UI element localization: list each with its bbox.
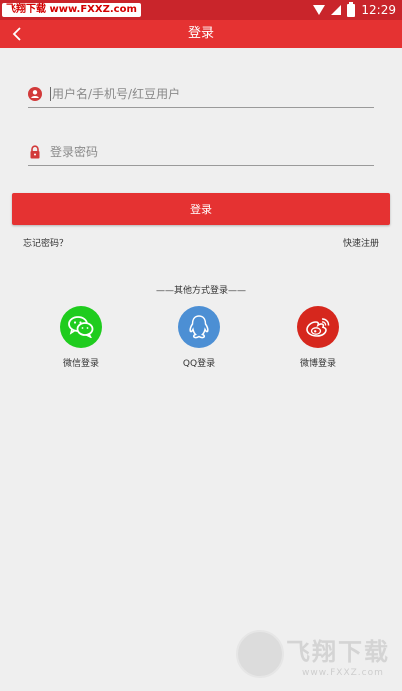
wechat-icon <box>68 316 94 338</box>
watermark-title: 飞翔下载 <box>286 638 390 666</box>
weibo-login-label: 微博登录 <box>299 359 336 369</box>
text-cursor <box>50 87 51 101</box>
watermark-url: www.FXXZ.com <box>302 668 384 678</box>
lock-icon <box>30 145 40 159</box>
qq-icon-circle <box>178 306 220 348</box>
battery-icon <box>347 1 356 17</box>
user-icon <box>28 87 42 101</box>
wifi-icon <box>313 5 326 15</box>
status-indicators: 12:29 <box>313 1 396 18</box>
username-input[interactable] <box>52 87 374 101</box>
password-field[interactable] <box>28 139 374 166</box>
watermark-logo <box>236 630 284 678</box>
other-login-methods-title: ——其他方式登录—— <box>155 286 246 296</box>
wechat-icon-circle <box>60 306 102 348</box>
qq-icon <box>189 315 209 339</box>
weibo-icon-circle <box>297 306 339 348</box>
password-input[interactable] <box>50 145 374 159</box>
username-field[interactable] <box>28 81 374 108</box>
status-watermark-badge: 飞翔下载 www.FXXZ.com <box>2 3 141 17</box>
qq-login-label: QQ登录 <box>182 359 216 369</box>
page-title: 登录 <box>187 26 214 41</box>
weibo-login-button[interactable]: 微博登录 <box>278 306 358 369</box>
wechat-login-label: 微信登录 <box>62 359 99 369</box>
qq-login-button[interactable]: QQ登录 <box>159 306 239 369</box>
app-bar: 登录 <box>0 20 402 48</box>
signal-icon <box>331 5 342 15</box>
site-watermark: 飞翔下载 www.FXXZ.com <box>236 630 396 684</box>
quick-register-link[interactable]: 快速注册 <box>343 236 379 249</box>
status-bar: 飞翔下载 www.FXXZ.com 12:29 <box>0 0 402 20</box>
wechat-login-button[interactable]: 微信登录 <box>41 306 121 369</box>
status-time: 12:29 <box>361 3 396 17</box>
forgot-password-link[interactable]: 忘记密码？ <box>23 236 68 249</box>
login-button[interactable]: 登录 <box>12 193 390 225</box>
weibo-icon <box>306 318 330 337</box>
